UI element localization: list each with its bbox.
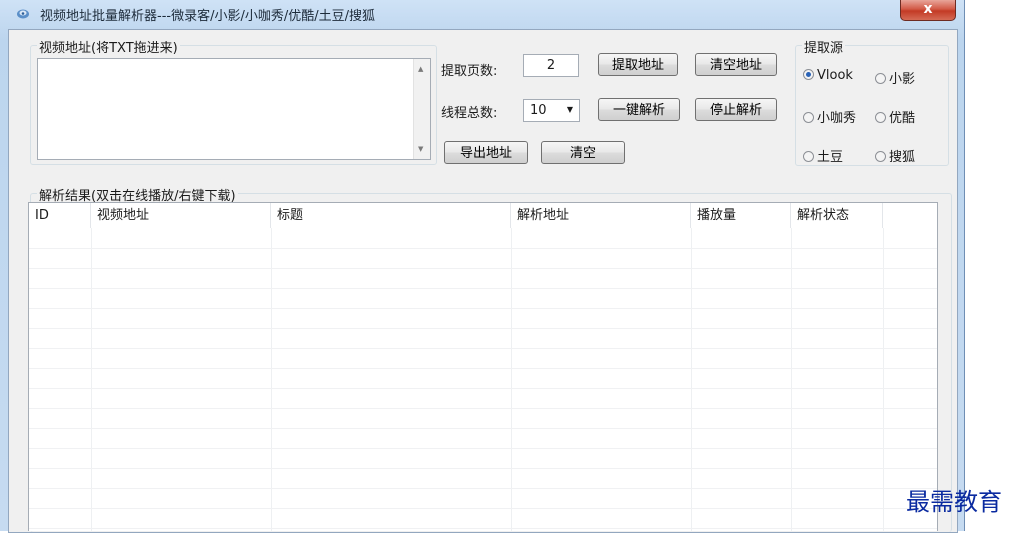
column-header-parsed-url[interactable]: 解析地址: [511, 203, 691, 228]
window-title: 视频地址批量解析器---微录客/小影/小咖秀/优酷/土豆/搜狐: [40, 9, 375, 24]
close-icon: x: [923, 1, 933, 17]
radio-label: 小影: [889, 72, 916, 87]
grid-column-line: [691, 228, 692, 531]
grid-row-line: [29, 348, 937, 349]
grid-row-line: [29, 388, 937, 389]
grid-row-line: [29, 408, 937, 409]
close-button[interactable]: x: [900, 0, 956, 21]
radio-xiaokaxiu[interactable]: 小咖秀: [803, 107, 856, 126]
source-group-label: 提取源: [802, 37, 846, 56]
clear-button[interactable]: 清空: [541, 141, 625, 164]
url-textarea[interactable]: ▲ ▼: [37, 58, 431, 160]
pages-input[interactable]: 2: [523, 54, 579, 77]
grid-row-line: [29, 468, 937, 469]
grid-row-line: [29, 528, 937, 529]
radio-icon: [875, 151, 886, 162]
radio-vlook[interactable]: Vlook: [803, 68, 853, 83]
stop-parse-button[interactable]: 停止解析: [695, 98, 777, 121]
radio-icon: [875, 112, 886, 123]
input-group-label: 视频地址(将TXT拖进来): [37, 37, 180, 56]
grid-column-line: [271, 228, 272, 531]
radio-label: Vlook: [817, 68, 853, 83]
radio-xiaoying[interactable]: 小影: [875, 68, 915, 87]
column-header-play-count[interactable]: 播放量: [691, 203, 791, 228]
title-bar[interactable]: 视频地址批量解析器---微录客/小影/小咖秀/优酷/土豆/搜狐 x: [0, 0, 964, 28]
radio-label: 优酷: [889, 111, 916, 126]
scroll-down-icon[interactable]: ▼: [418, 145, 423, 153]
extract-address-button[interactable]: 提取地址: [598, 53, 678, 76]
grid-row-line: [29, 288, 937, 289]
grid-row-line: [29, 488, 937, 489]
radio-tudou[interactable]: 土豆: [803, 146, 843, 165]
column-header-id[interactable]: ID: [29, 203, 91, 228]
grid-row-line: [29, 448, 937, 449]
parse-all-button[interactable]: 一键解析: [598, 98, 680, 121]
grid-row-line: [29, 328, 937, 329]
threads-label: 线程总数:: [441, 106, 498, 121]
scroll-up-icon[interactable]: ▲: [418, 65, 423, 73]
grid-column-line: [511, 228, 512, 531]
results-table[interactable]: ID 视频地址 标题 解析地址 播放量 解析状态: [28, 202, 938, 531]
radio-icon: [803, 151, 814, 162]
radio-label: 搜狐: [889, 150, 916, 165]
pages-label: 提取页数:: [441, 64, 498, 79]
radio-label: 土豆: [817, 150, 844, 165]
grid-column-line: [91, 228, 92, 531]
radio-selected-icon: [803, 69, 814, 80]
column-header-status[interactable]: 解析状态: [791, 203, 883, 228]
grid-row-line: [29, 268, 937, 269]
grid-column-line: [791, 228, 792, 531]
radio-youku[interactable]: 优酷: [875, 107, 915, 126]
radio-icon: [875, 73, 886, 84]
grid-row-line: [29, 368, 937, 369]
threads-value: 10: [530, 103, 547, 118]
grid-row-line: [29, 308, 937, 309]
column-header-video-url[interactable]: 视频地址: [91, 203, 271, 228]
grid-row-line: [29, 248, 937, 249]
radio-icon: [803, 112, 814, 123]
grid-row-line: [29, 428, 937, 429]
clear-address-button[interactable]: 清空地址: [695, 53, 777, 76]
chevron-down-icon[interactable]: ▼: [567, 105, 573, 114]
column-header-title[interactable]: 标题: [271, 203, 511, 228]
export-address-button[interactable]: 导出地址: [444, 141, 528, 164]
app-window: 视频地址批量解析器---微录客/小影/小咖秀/优酷/土豆/搜狐 x 视频地址(将…: [0, 0, 965, 533]
watermark: 最需教育: [906, 488, 1002, 516]
threads-select[interactable]: 10 ▼: [523, 99, 580, 122]
grid-row-line: [29, 508, 937, 509]
radio-sohu[interactable]: 搜狐: [875, 146, 915, 165]
textarea-scrollbar[interactable]: ▲ ▼: [413, 59, 430, 159]
app-icon: [17, 9, 29, 19]
radio-label: 小咖秀: [817, 111, 857, 126]
grid-column-line: [883, 228, 884, 531]
